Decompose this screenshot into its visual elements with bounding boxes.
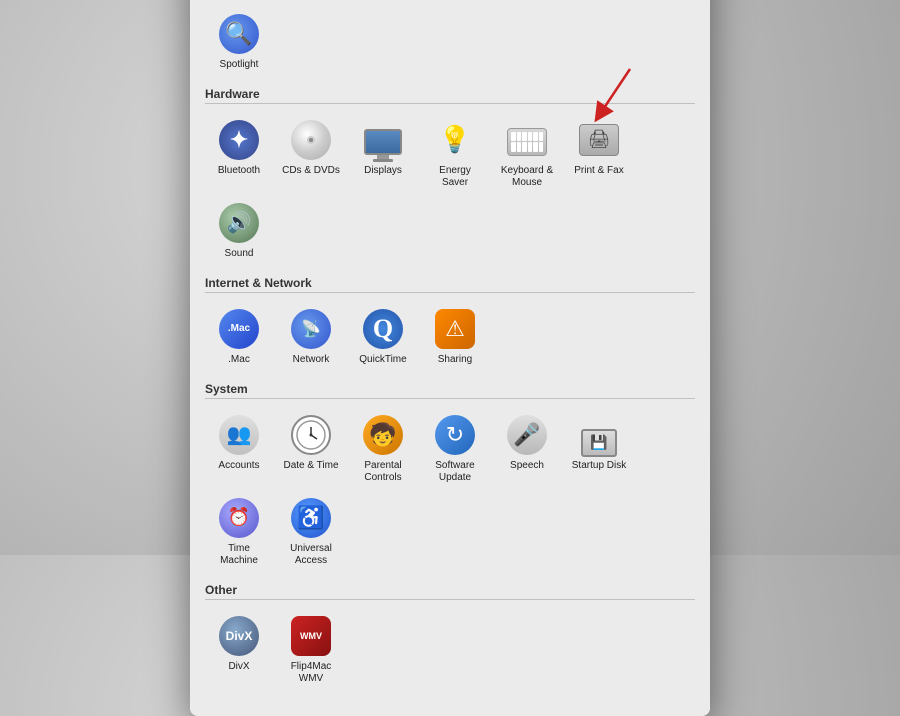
pref-flip4mac[interactable]: WMV Flip4MacWMV — [277, 610, 345, 689]
softupdate-icon: ↻ — [435, 415, 475, 455]
parental-icon: 🧒 — [363, 415, 403, 455]
keyboard-icon — [507, 128, 547, 156]
system-preferences-window: ◀ ▶ Show All System Preferences 🔍 Person… — [190, 0, 710, 716]
pref-divx[interactable]: DivX DivX — [205, 610, 273, 689]
pref-datetime-label: Date & Time — [283, 460, 338, 472]
pref-softupdate-label: SoftwareUpdate — [435, 460, 474, 484]
pref-network-label: Network — [293, 354, 330, 366]
pref-speech-label: Speech — [510, 460, 544, 472]
speech-icon: 🎤 — [507, 415, 547, 455]
pref-speech[interactable]: 🎤 Speech — [493, 409, 561, 488]
pref-print-fax[interactable]: 🖨 Print & Fax — [565, 114, 633, 193]
hardware-icons-row: ✦ Bluetooth CDs & DVDs — [205, 110, 695, 268]
pref-appearance[interactable]: Appearance — [205, 0, 273, 4]
pref-energy-label: EnergySaver — [439, 165, 471, 189]
pref-security[interactable]: 🔒 Security — [565, 0, 633, 4]
pref-parental-label: ParentalControls — [364, 460, 401, 484]
pref-cds-dvds[interactable]: CDs & DVDs — [277, 114, 345, 193]
section-hardware: Hardware ✦ Bluetooth CDs & DVDs — [205, 87, 695, 268]
datetime-icon — [291, 415, 331, 455]
pref-network[interactable]: 📡 Network — [277, 303, 345, 370]
system-icons-row: 👥 Accounts — [205, 405, 695, 575]
pref-mac[interactable]: .Mac .Mac — [205, 303, 273, 370]
quicktime-icon: Q — [363, 309, 403, 349]
spotlight-icon: 🔍 — [219, 14, 259, 54]
pref-accounts-label: Accounts — [218, 460, 259, 472]
pref-datetime[interactable]: Date & Time — [277, 409, 345, 488]
pref-quicktime[interactable]: Q QuickTime — [349, 303, 417, 370]
mac-icon: .Mac — [219, 309, 259, 349]
energy-icon: 💡 — [435, 120, 475, 160]
print-icon: 🖨 — [579, 124, 619, 156]
pref-startup[interactable]: 💾 Startup Disk — [565, 409, 633, 488]
section-personal: Personal Appearance Desktop &Screen Save… — [205, 0, 695, 79]
section-other-title: Other — [205, 583, 695, 600]
pref-cds-dvds-label: CDs & DVDs — [282, 165, 340, 177]
pref-keyboard[interactable]: Keyboard &Mouse — [493, 114, 561, 193]
personal-icons-row: Appearance Desktop &Screen Saver — [205, 0, 695, 79]
other-icons-row: DivX DivX WMV Flip4MacWMV — [205, 606, 695, 693]
section-system-title: System — [205, 382, 695, 399]
pref-sound-label: Sound — [225, 248, 254, 260]
flip4mac-icon: WMV — [291, 616, 331, 656]
pref-accounts[interactable]: 👥 Accounts — [205, 409, 273, 488]
univaccess-icon: ♿ — [291, 498, 331, 538]
cd-icon — [291, 120, 331, 160]
pref-softupdate[interactable]: ↻ SoftwareUpdate — [421, 409, 489, 488]
sound-icon: 🔊 — [219, 203, 259, 243]
accounts-icon: 👥 — [219, 415, 259, 455]
pref-univaccess[interactable]: ♿ UniversalAccess — [277, 492, 345, 571]
pref-keyboard-label: Keyboard &Mouse — [501, 165, 553, 189]
pref-mac-label: .Mac — [228, 354, 250, 366]
pref-divx-label: DivX — [228, 661, 249, 673]
pref-timemachine[interactable]: ⏰ Time Machine — [205, 492, 273, 571]
pref-startup-label: Startup Disk — [572, 460, 626, 472]
network-icon: 📡 — [291, 309, 331, 349]
pref-parental[interactable]: 🧒 ParentalControls — [349, 409, 417, 488]
pref-flip4mac-label: Flip4MacWMV — [291, 661, 332, 685]
pref-dock[interactable]: Dock — [349, 0, 417, 4]
content-area: Personal Appearance Desktop &Screen Save… — [190, 0, 710, 716]
section-other: Other DivX DivX WMV Flip4MacWMV — [205, 583, 695, 693]
section-internet-title: Internet & Network — [205, 276, 695, 293]
pref-quicktime-label: QuickTime — [359, 354, 406, 366]
internet-icons-row: .Mac .Mac 📡 Network Q Quic — [205, 299, 695, 374]
bluetooth-icon: ✦ — [219, 120, 259, 160]
pref-displays-label: Displays — [364, 165, 402, 177]
pref-energy[interactable]: 💡 EnergySaver — [421, 114, 489, 193]
pref-spotlight[interactable]: 🔍 Spotlight — [205, 8, 273, 75]
pref-expose[interactable]: Exposé &Spaces — [421, 0, 489, 4]
section-hardware-title: Hardware — [205, 87, 695, 104]
section-internet: Internet & Network .Mac .Mac 📡 Network — [205, 276, 695, 374]
pref-desktop[interactable]: Desktop &Screen Saver — [277, 0, 345, 4]
pref-print-fax-label: Print & Fax — [574, 165, 623, 177]
pref-spotlight-label: Spotlight — [220, 59, 259, 71]
sharing-icon: ⚠ — [435, 309, 475, 349]
timemachine-icon: ⏰ — [219, 498, 259, 538]
pref-sharing[interactable]: ⚠ Sharing — [421, 303, 489, 370]
pref-international[interactable]: 🌐 International — [493, 0, 561, 4]
divx-icon: DivX — [219, 616, 259, 656]
pref-bluetooth-label: Bluetooth — [218, 165, 260, 177]
section-system: System 👥 Accounts — [205, 382, 695, 575]
pref-displays[interactable]: Displays — [349, 114, 417, 193]
pref-sharing-label: Sharing — [438, 354, 472, 366]
pref-sound[interactable]: 🔊 Sound — [205, 197, 273, 264]
pref-bluetooth[interactable]: ✦ Bluetooth — [205, 114, 273, 193]
